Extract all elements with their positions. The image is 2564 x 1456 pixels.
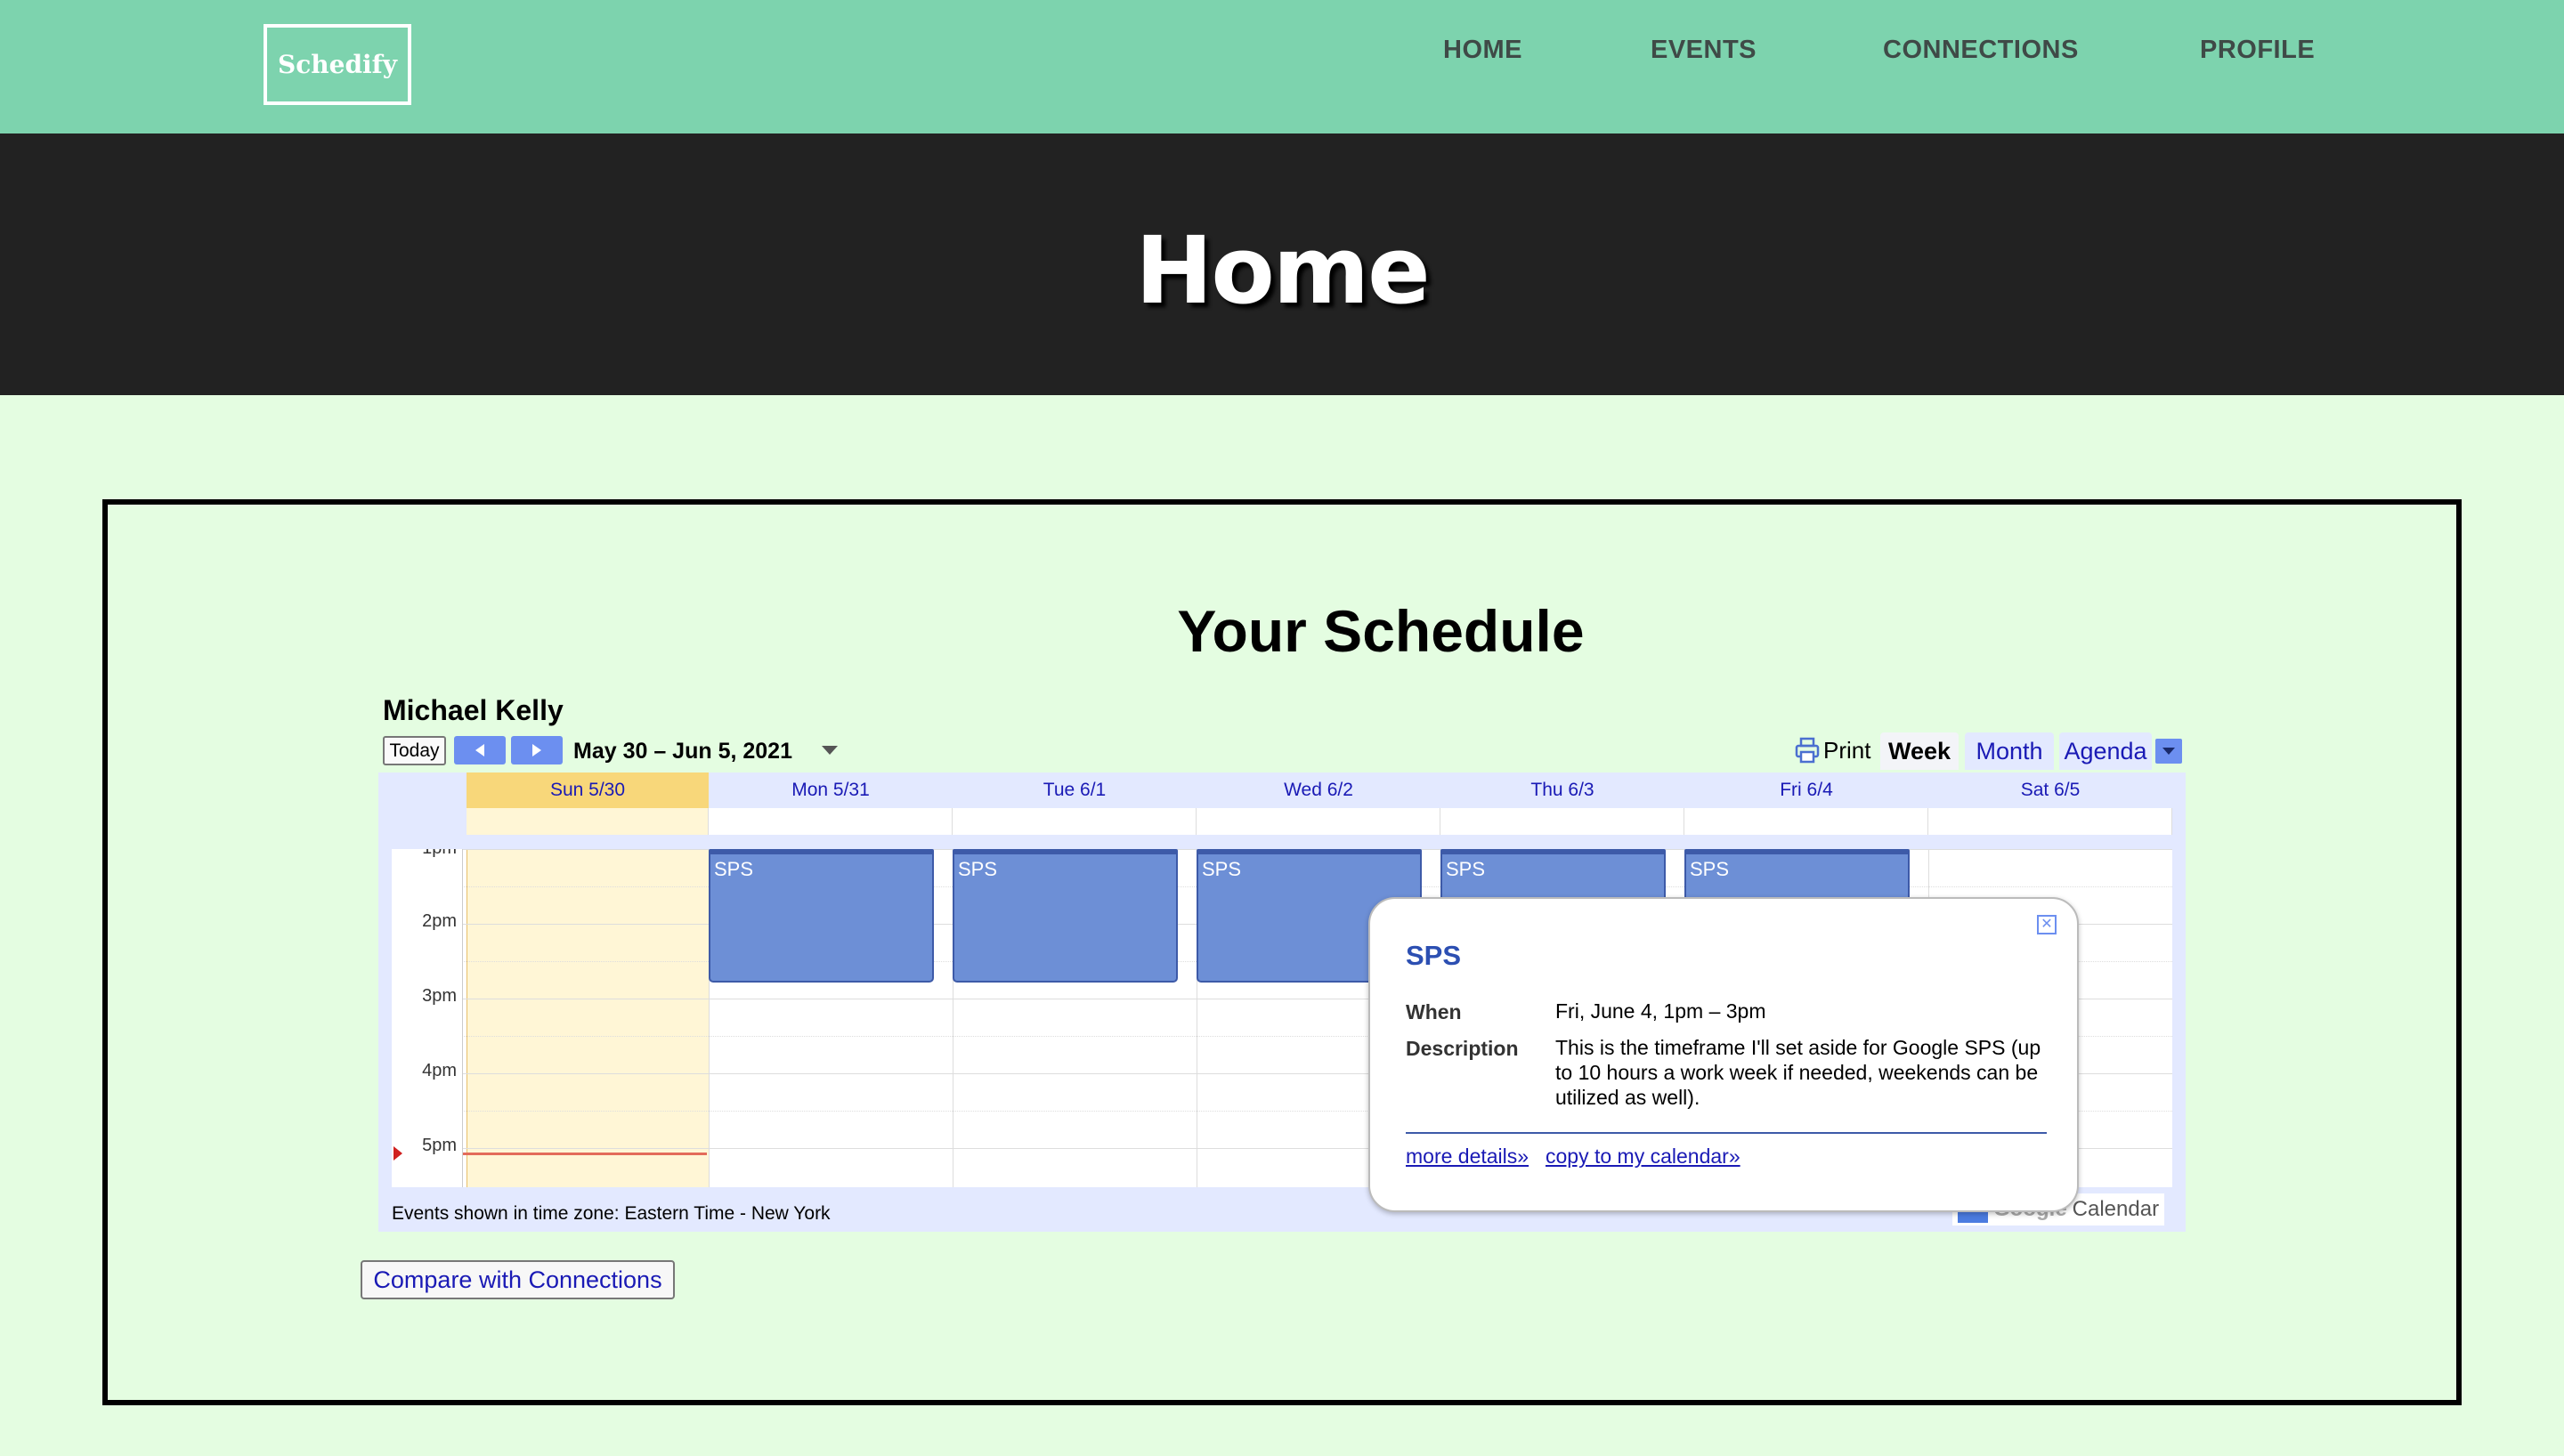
nav-connections[interactable]: CONNECTIONS — [1883, 36, 2079, 65]
event-sps-tue[interactable]: SPS — [953, 849, 1178, 983]
hero-banner: Home — [0, 133, 2564, 395]
calendar-owner: Michael Kelly — [383, 694, 564, 726]
popup-event-title: SPS — [1406, 940, 1462, 971]
day-header[interactable]: Wed 6/2 — [1197, 772, 1440, 808]
allday-cell[interactable] — [1440, 808, 1684, 835]
caret-down-icon — [2162, 748, 2175, 755]
day-header[interactable]: Sat 6/5 — [1928, 772, 2172, 808]
schedule-title: Your Schedule — [1177, 598, 1585, 664]
page-title: Home — [1135, 216, 1430, 325]
navbar: Schedify HOME EVENTS CONNECTIONS PROFILE — [0, 0, 2564, 133]
hour-label: 2pm — [422, 911, 457, 931]
next-week-button[interactable] — [511, 736, 563, 764]
popup-when-label: When — [1406, 1000, 1462, 1023]
day-column[interactable] — [467, 849, 709, 1187]
nav-events[interactable]: EVENTS — [1651, 36, 1757, 65]
allday-cell[interactable] — [467, 808, 709, 835]
date-range: May 30 – Jun 5, 2021 — [573, 739, 792, 764]
day-header[interactable]: Thu 6/3 — [1440, 772, 1684, 808]
chevron-down-icon[interactable] — [820, 744, 840, 756]
allday-cell[interactable] — [1197, 808, 1440, 835]
view-options-dropdown[interactable] — [2155, 739, 2182, 764]
copy-to-calendar-link[interactable]: copy to my calendar» — [1546, 1145, 1740, 1169]
popup-when-value: Fri, June 4, 1pm – 3pm — [1555, 999, 1766, 1023]
arrow-right-icon — [532, 744, 541, 756]
today-button[interactable]: Today — [383, 736, 446, 765]
calendar-wordmark: Calendar — [2072, 1197, 2160, 1221]
prev-week-button[interactable] — [454, 736, 506, 764]
hour-label: 3pm — [422, 986, 457, 1006]
allday-cell[interactable] — [1684, 808, 1928, 835]
event-sps-mon[interactable]: SPS — [709, 849, 934, 983]
more-details-link[interactable]: more details» — [1406, 1145, 1529, 1169]
close-icon[interactable]: ✕ — [2037, 915, 2057, 934]
popup-divider — [1406, 1132, 2047, 1134]
hour-label: 5pm — [422, 1136, 457, 1155]
day-header[interactable]: Fri 6/4 — [1684, 772, 1928, 808]
nav-profile[interactable]: PROFILE — [2200, 36, 2315, 65]
current-time-line — [463, 1153, 707, 1155]
printer-icon — [1795, 737, 1820, 764]
allday-cell[interactable] — [1928, 808, 2172, 835]
allday-cell[interactable] — [709, 808, 953, 835]
view-month-tab[interactable]: Month — [1965, 732, 2054, 770]
print-label: Print — [1823, 736, 1871, 764]
day-header[interactable]: Tue 6/1 — [953, 772, 1197, 808]
nav-home[interactable]: HOME — [1443, 36, 1522, 65]
popup-description-label: Description — [1406, 1037, 1519, 1060]
hour-label: 1pm — [422, 849, 457, 859]
time-gutter: 1pm 2pm 3pm 4pm 5pm — [392, 849, 463, 1187]
view-agenda-tab[interactable]: Agenda — [2059, 732, 2152, 770]
view-week-tab[interactable]: Week — [1880, 732, 1959, 770]
logo[interactable]: Schedify — [264, 24, 411, 105]
arrow-left-icon — [475, 744, 484, 756]
day-header[interactable]: Sun 5/30 — [467, 772, 709, 808]
compare-with-connections-button[interactable]: Compare with Connections — [361, 1260, 675, 1299]
hour-label: 4pm — [422, 1061, 457, 1080]
timezone-note: Events shown in time zone: Eastern Time … — [392, 1203, 831, 1224]
print-button[interactable]: Print — [1795, 735, 1870, 765]
allday-cell[interactable] — [953, 808, 1197, 835]
popup-description-value: This is the timeframe I'll set aside for… — [1555, 1036, 2041, 1109]
event-details-popup: ✕ SPS When Fri, June 4, 1pm – 3pm Descri… — [1368, 897, 2079, 1212]
current-time-marker-icon — [394, 1146, 402, 1161]
day-header[interactable]: Mon 5/31 — [709, 772, 953, 808]
